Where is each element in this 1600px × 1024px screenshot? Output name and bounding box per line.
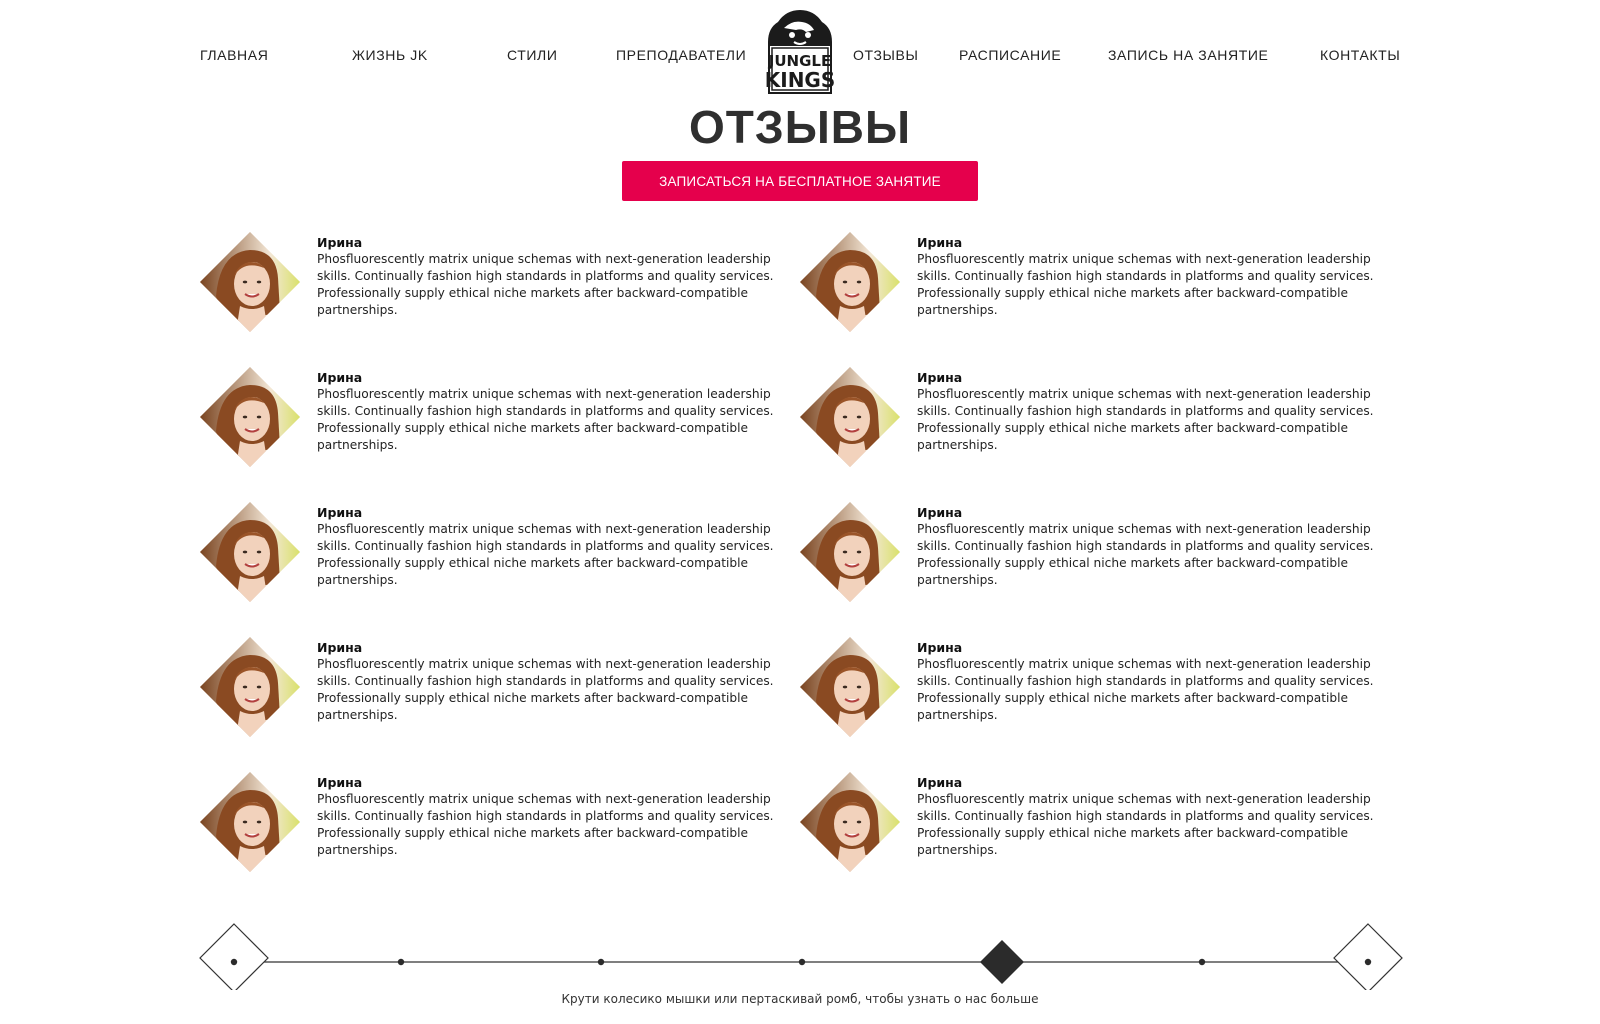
avatar — [800, 772, 900, 872]
timeline-stop[interactable] — [230, 958, 238, 966]
review-body: Ирина Phosfluorescently matrix unique sch… — [917, 639, 1387, 724]
nav-item-reviews[interactable]: ОТЗЫВЫ — [853, 47, 918, 63]
review-card: Ирина Phosfluorescently matrix unique sch… — [200, 367, 800, 502]
review-author: Ирина — [317, 505, 363, 520]
review-text: Phosfluorescently matrix unique schemas … — [917, 792, 1374, 857]
review-author: Ирина — [917, 775, 963, 790]
timeline-stop[interactable] — [597, 958, 605, 966]
nav-item-contacts[interactable]: КОНТАКТЫ — [1320, 47, 1400, 63]
review-body: Ирина Phosfluorescently matrix unique sch… — [917, 504, 1387, 589]
avatar-portrait — [200, 772, 300, 872]
page-title: ОТЗЫВЫ — [689, 101, 911, 153]
avatar — [200, 232, 300, 332]
avatar-portrait — [200, 637, 300, 737]
avatar — [200, 772, 300, 872]
review-text: Phosfluorescently matrix unique schemas … — [317, 792, 774, 857]
avatar — [800, 367, 900, 467]
avatar — [800, 232, 900, 332]
logo-line2: KINGS — [765, 68, 836, 92]
nav-item-teachers[interactable]: ПРЕПОДАВАТЕЛИ — [616, 47, 746, 63]
review-card: Ирина Phosfluorescently matrix unique sch… — [200, 637, 800, 772]
review-card: Ирина Phosfluorescently matrix unique sch… — [800, 637, 1400, 772]
nav-item-life-jk[interactable]: ЖИЗНЬ JK — [352, 47, 428, 63]
review-body: Ирина Phosfluorescently matrix unique sch… — [317, 369, 787, 454]
nav-item-schedule[interactable]: РАСПИСАНИЕ — [959, 47, 1061, 63]
review-text: Phosfluorescently matrix unique schemas … — [317, 657, 774, 722]
review-text: Phosfluorescently matrix unique schemas … — [917, 252, 1374, 317]
avatar-portrait — [800, 772, 900, 872]
review-text: Phosfluorescently matrix unique schemas … — [917, 657, 1374, 722]
avatar — [200, 367, 300, 467]
nav-item-home[interactable]: ГЛАВНАЯ — [200, 47, 268, 63]
nav-item-signup[interactable]: ЗАПИСЬ НА ЗАНЯТИЕ — [1108, 47, 1268, 63]
review-body: Ирина Phosfluorescently matrix unique sch… — [917, 234, 1387, 319]
review-author: Ирина — [917, 235, 963, 250]
timeline-active-handle[interactable] — [980, 940, 1024, 984]
logo[interactable]: JUNGLE KINGS — [762, 8, 838, 94]
nav-item-styles[interactable]: СТИЛИ — [507, 47, 558, 63]
timeline-start-diamond[interactable] — [199, 923, 269, 990]
review-author: Ирина — [917, 640, 963, 655]
review-author: Ирина — [317, 775, 363, 790]
main-nav: ГЛАВНАЯ ЖИЗНЬ JK СТИЛИ ПРЕПОДАВАТЕЛИ JUN… — [0, 0, 1600, 100]
timeline-slider[interactable] — [0, 920, 1600, 990]
review-card: Ирина Phosfluorescently matrix unique sch… — [800, 367, 1400, 502]
review-text: Phosfluorescently matrix unique schemas … — [917, 387, 1374, 452]
review-text: Phosfluorescently matrix unique schemas … — [317, 387, 774, 452]
review-card: Ирина Phosfluorescently matrix unique sch… — [200, 232, 800, 367]
review-text: Phosfluorescently matrix unique schemas … — [317, 252, 774, 317]
avatar — [200, 637, 300, 737]
avatar — [800, 502, 900, 602]
review-body: Ирина Phosfluorescently matrix unique sch… — [317, 774, 787, 859]
review-author: Ирина — [917, 370, 963, 385]
avatar-portrait — [200, 232, 300, 332]
review-body: Ирина Phosfluorescently matrix unique sch… — [317, 504, 787, 589]
review-card: Ирина Phosfluorescently matrix unique sch… — [800, 772, 1400, 907]
review-body: Ирина Phosfluorescently matrix unique sch… — [317, 234, 787, 319]
avatar-portrait — [800, 637, 900, 737]
avatar — [200, 502, 300, 602]
review-author: Ирина — [317, 370, 363, 385]
avatar — [800, 637, 900, 737]
review-text: Phosfluorescently matrix unique schemas … — [317, 522, 774, 587]
free-lesson-signup-button[interactable]: ЗАПИСАТЬСЯ НА БЕСПЛАТНОЕ ЗАНЯТИЕ — [622, 161, 978, 201]
reviews-grid: Ирина Phosfluorescently matrix unique sch… — [200, 232, 1400, 907]
review-card: Ирина Phosfluorescently matrix unique sch… — [200, 502, 800, 637]
review-author: Ирина — [317, 235, 363, 250]
review-author: Ирина — [317, 640, 363, 655]
timeline-stop[interactable] — [1198, 958, 1206, 966]
timeline-stop[interactable] — [397, 958, 405, 966]
review-card: Ирина Phosfluorescently matrix unique sch… — [800, 502, 1400, 637]
review-body: Ирина Phosfluorescently matrix unique sch… — [917, 369, 1387, 454]
review-card: Ирина Phosfluorescently matrix unique sch… — [200, 772, 800, 907]
avatar-portrait — [200, 502, 300, 602]
timeline-stop[interactable] — [1364, 958, 1372, 966]
timeline-stop[interactable] — [798, 958, 806, 966]
review-card: Ирина Phosfluorescently matrix unique sch… — [800, 232, 1400, 367]
timeline-hint: Крути колесико мышки или пертаскивай ром… — [561, 992, 1039, 1006]
review-author: Ирина — [917, 505, 963, 520]
gorilla-logo-icon: JUNGLE KINGS — [765, 10, 836, 94]
timeline-end-diamond[interactable] — [1333, 923, 1403, 990]
review-body: Ирина Phosfluorescently matrix unique sch… — [917, 774, 1387, 859]
avatar-portrait — [200, 367, 300, 467]
review-body: Ирина Phosfluorescently matrix unique sch… — [317, 639, 787, 724]
avatar-portrait — [800, 232, 900, 332]
review-text: Phosfluorescently matrix unique schemas … — [917, 522, 1374, 587]
avatar-portrait — [800, 367, 900, 467]
avatar-portrait — [800, 502, 900, 602]
